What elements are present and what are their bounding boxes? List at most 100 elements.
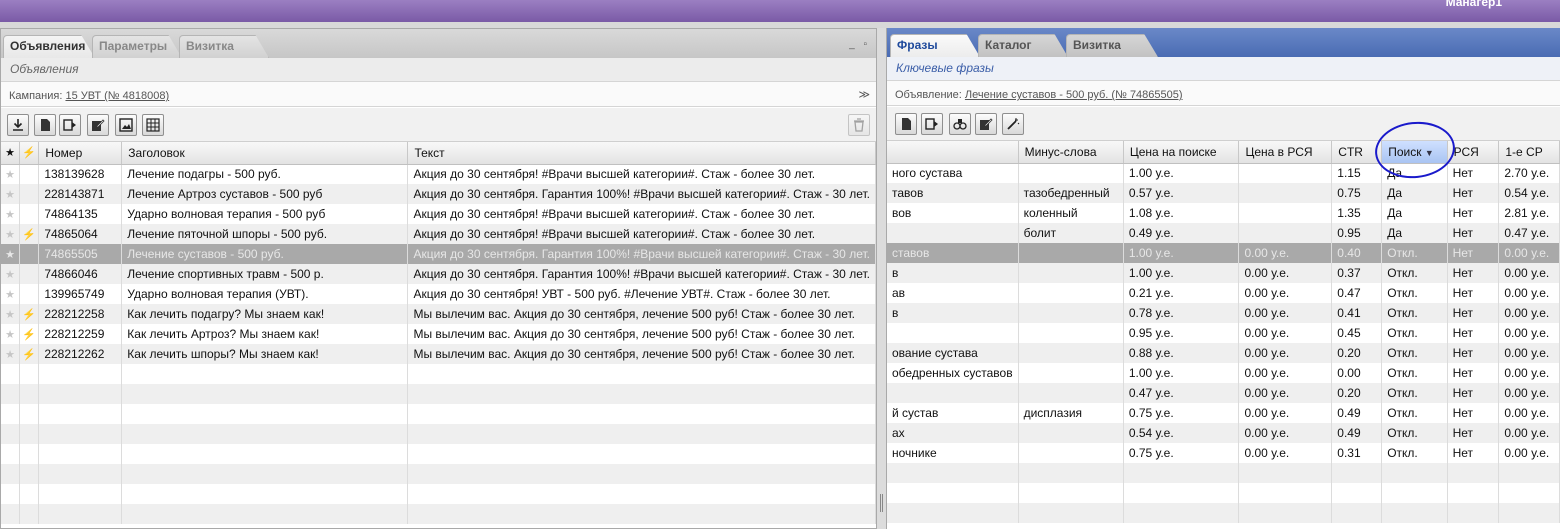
window-controls[interactable]: _ ▫ [849,39,870,50]
table-row[interactable] [1,484,876,504]
tab-catalog[interactable]: Каталог [978,34,1068,57]
trash-icon[interactable] [848,114,870,136]
table-row[interactable]: в 0.78 у.е. 0.00 у.е. 0.41 Откл. Нет 0.00 у.е. [887,303,1560,323]
table-row[interactable] [887,463,1560,483]
column-number[interactable]: Номер [38,142,123,165]
table-row[interactable]: вов коленный 1.08 у.е. 1.35 Да Нет 2.81 у.е. [887,203,1560,223]
table-row[interactable]: болит 0.49 у.е. 0.95 Да Нет 0.47 у.е. [887,223,1560,243]
table-row[interactable]: ★ ⚡ 228212259 Как лечить Артроз? Мы знаем к… [1,324,876,344]
table-row[interactable] [1,404,876,424]
cell-rsya-status: Нет [1447,203,1500,223]
cell-rsya-price [1238,163,1333,183]
ad-text: Акция до 30 сентября. Гарантия 100%! #Вр… [407,184,876,204]
column-title[interactable]: Заголовок [121,142,409,165]
tab-vcard[interactable]: Визитка [1066,34,1158,57]
ad-link[interactable]: Лечение суставов - 500 руб. (№ 74865505) [965,89,1183,101]
column-minus-words[interactable]: Минус-слова [1018,141,1124,164]
table-row[interactable]: ночнике 0.75 у.е. 0.00 у.е. 0.31 Откл. Нет 0.0… [887,443,1560,463]
table-row[interactable]: ★ 74864135 Ударно волновая терапия - 500 р… [1,204,876,224]
image-icon[interactable] [115,114,137,136]
edit-icon[interactable] [975,113,997,135]
tab-phrases[interactable]: Фразы [890,34,980,57]
cell-search-price: 0.49 у.е. [1123,223,1240,243]
table-row[interactable]: ★ 138139628 Лечение подагры - 500 руб. Акци… [1,164,876,184]
column-search-price[interactable]: Цена на поиске [1123,141,1240,164]
cell-rsya-status: Нет [1447,303,1500,323]
panel-splitter[interactable] [877,28,886,529]
user-name[interactable]: Манагер1 [1446,0,1502,9]
play-document-icon[interactable] [59,114,81,136]
new-document-icon[interactable] [34,114,56,136]
table-row[interactable] [1,444,876,464]
column-first-sr[interactable]: 1-е СР [1498,141,1560,164]
table-row[interactable] [887,503,1560,523]
cell-ctr: 0.45 [1331,323,1383,343]
ad-title: Как лечить шпоры? Мы знаем как! [121,344,409,364]
star-column-icon[interactable]: ★ [1,142,21,165]
empty-cell [1,464,21,484]
cell-ctr: 0.47 [1331,283,1383,303]
collapse-icon[interactable]: ≫ [858,88,870,101]
cell-search-price: 1.00 у.е. [1123,263,1240,283]
new-document-icon[interactable] [895,113,917,135]
table-row[interactable]: ★ ⚡ 228212258 Как лечить подагру? Мы знаем … [1,304,876,324]
magic-wand-icon[interactable] [1002,113,1024,135]
empty-cell [38,484,123,504]
tab-ads[interactable]: Объявления [3,35,95,58]
table-row[interactable]: ★ 74865505 Лечение суставов - 500 руб. Акци… [1,244,876,264]
table-row[interactable] [1,384,876,404]
empty-cell [1498,483,1560,503]
table-row[interactable]: ★ ⚡ 228212262 Как лечить шпоры? Мы знаем ка… [1,344,876,364]
tab-parameters[interactable]: Параметры [92,35,182,58]
phrases-panel: Фразы Каталог Визитка Ключевые фразы Объ… [886,28,1560,529]
table-row[interactable] [1,424,876,444]
download-icon[interactable] [7,114,29,136]
column-text[interactable]: Текст [407,142,876,165]
campaign-link[interactable]: 15 УВТ (№ 4818008) [65,90,169,102]
cell-minus-words: коленный [1018,203,1124,223]
table-row[interactable]: ование сустава 0.88 у.е. 0.00 у.е. 0.20 Откл… [887,343,1560,363]
tab-vcard[interactable]: Визитка [179,35,269,58]
table-row[interactable]: тавов тазобедренный 0.57 у.е. 0.75 Да Нет 0.54… [887,183,1560,203]
empty-cell [407,364,876,384]
table-row[interactable]: 0.95 у.е. 0.00 у.е. 0.45 Откл. Нет 0.00 у.е. [887,323,1560,343]
table-row[interactable] [1,364,876,384]
table-row[interactable]: ав 0.21 у.е. 0.00 у.е. 0.47 Откл. Нет 0.00 у.е… [887,283,1560,303]
cell-ctr: 0.49 [1331,423,1383,443]
ad-text: Акция до 30 сентября! #Врачи высшей кате… [407,224,876,244]
table-icon[interactable] [142,114,164,136]
table-row[interactable]: ах 0.54 у.е. 0.00 у.е. 0.49 Откл. Нет 0.00 у.е… [887,423,1560,443]
tools-icon[interactable] [949,113,971,135]
table-row[interactable]: ного сустава 1.00 у.е. 1.15 Да Нет 2.70 у.е. [887,163,1560,183]
table-row[interactable]: 0.47 у.е. 0.00 у.е. 0.20 Откл. Нет 0.00 у.е. [887,383,1560,403]
column-ctr[interactable]: CTR [1331,141,1383,164]
table-row[interactable]: в 1.00 у.е. 0.00 у.е. 0.37 Откл. Нет 0.00 у.е. [887,263,1560,283]
edit-icon[interactable] [87,114,109,136]
empty-cell [121,484,409,504]
cell-rsya-status: Нет [1447,263,1500,283]
play-document-icon[interactable] [921,113,943,135]
table-row[interactable] [1,504,876,524]
table-row[interactable]: й сустав дисплазия 0.75 у.е. 0.00 у.е. 0.49 О… [887,403,1560,423]
column-search[interactable]: Поиск ▼ [1381,141,1448,164]
table-row[interactable]: ★ ⚡ 74865064 Лечение пяточной шпоры - 500 р… [1,224,876,244]
table-row[interactable]: ★ 228143871 Лечение Артроз суставов - 500 … [1,184,876,204]
table-row[interactable]: ставов 1.00 у.е. 0.00 у.е. 0.40 Откл. Нет 0.00… [887,243,1560,263]
bolt-column-icon[interactable]: ⚡ [19,142,40,165]
table-row[interactable] [1,464,876,484]
column-rsya[interactable]: РСЯ [1447,141,1500,164]
table-row[interactable]: обедренных суставов 1.00 у.е. 0.00 у.е. 0.0… [887,363,1560,383]
empty-cell [19,444,40,464]
ad-title: Ударно волновая терапия - 500 руб [121,204,409,224]
ad-text: Акция до 30 сентября. Гарантия 100%! #Вр… [407,264,876,284]
column-phrase[interactable] [887,141,1019,164]
lightning-icon: ⚡ [19,304,40,324]
table-row[interactable]: ★ 139965749 Ударно волновая терапия (УВТ).… [1,284,876,304]
table-row[interactable] [887,483,1560,503]
star-icon: ★ [1,304,21,324]
column-rsya-price[interactable]: Цена в РСЯ [1238,141,1333,164]
splitter-grip[interactable] [880,494,883,512]
table-row[interactable]: ★ 74866046 Лечение спортивных травм - 500 … [1,264,876,284]
empty-cell [19,364,40,384]
phrases-table: Минус-слова Цена на поиске Цена в РСЯ CT… [887,141,1560,523]
